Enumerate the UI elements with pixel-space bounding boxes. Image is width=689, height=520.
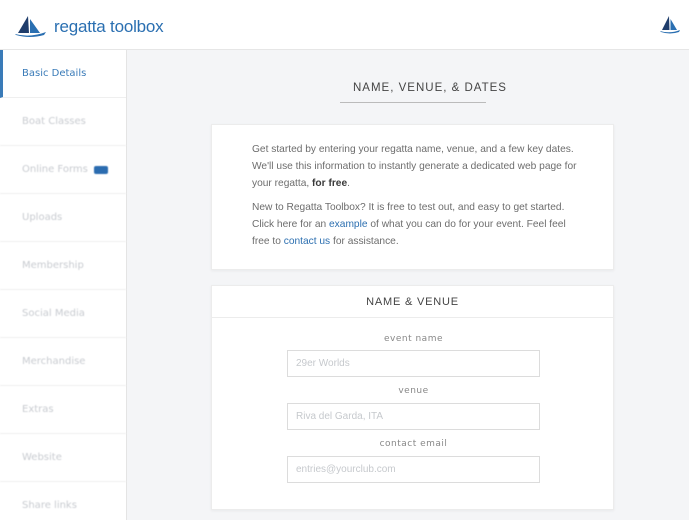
- venue-input[interactable]: [287, 403, 540, 430]
- section-divider: [340, 102, 486, 103]
- sidebar-item-website[interactable]: Website: [0, 434, 126, 482]
- brand-name: regatta toolbox: [54, 17, 164, 36]
- sidebar-item-social-media[interactable]: Social Media: [0, 290, 126, 338]
- sidebar-item-label: Merchandise: [22, 356, 86, 367]
- sidebar-item-share-links[interactable]: Share links: [0, 482, 126, 520]
- name-venue-card: NAME & VENUE event name venue contact em…: [211, 285, 614, 510]
- event-name-label: event name: [383, 334, 444, 344]
- intro-text: Get started by entering your regatta nam…: [252, 144, 577, 189]
- sidebar-item-extras[interactable]: Extras: [0, 386, 126, 434]
- sidebar-item-label: Social Media: [22, 308, 85, 319]
- sidebar-item-label: Share links: [22, 500, 77, 511]
- sidebar-item-online-forms[interactable]: Online Forms: [0, 146, 126, 194]
- sidebar-item-label: Basic Details: [22, 68, 87, 79]
- sidebar-item-membership[interactable]: Membership: [0, 242, 126, 290]
- help-paragraph: New to Regatta Toolbox? It is free to te…: [252, 199, 583, 250]
- sidebar-item-label: Uploads: [22, 212, 63, 223]
- event-name-input[interactable]: [287, 350, 540, 377]
- sidebar-item-uploads[interactable]: Uploads: [0, 194, 126, 242]
- brand-logo[interactable]: regatta toolbox: [14, 13, 164, 41]
- contact-email-input[interactable]: [287, 456, 540, 483]
- sidebar-item-merchandise[interactable]: Merchandise: [0, 338, 126, 386]
- intro-card: Get started by entering your regatta nam…: [211, 124, 614, 270]
- sidebar-item-label: Online Forms: [22, 164, 88, 175]
- top-bar: regatta toolbox: [0, 0, 689, 50]
- contact-email-label: contact email: [379, 439, 448, 449]
- contact-us-link[interactable]: contact us: [284, 236, 330, 247]
- sidebar-item-basic-details[interactable]: Basic Details: [0, 50, 126, 98]
- form-title: NAME & VENUE: [212, 286, 613, 318]
- venue-label: venue: [398, 386, 429, 396]
- sidebar-item-label: Extras: [22, 404, 54, 415]
- sailboat-icon[interactable]: [659, 14, 681, 38]
- section-title: NAME, VENUE, & DATES: [353, 82, 507, 94]
- sidebar-item-boat-classes[interactable]: Boat Classes: [0, 98, 126, 146]
- example-link[interactable]: example: [329, 219, 368, 230]
- sidebar-item-label: Membership: [22, 260, 84, 271]
- sailboat-icon: [14, 13, 48, 41]
- intro-paragraph: Get started by entering your regatta nam…: [252, 141, 583, 192]
- sidebar: Basic Details Boat Classes Online Forms …: [0, 50, 127, 520]
- intro-text-end: .: [347, 178, 350, 189]
- free-emphasis: for free: [312, 178, 348, 189]
- sidebar-item-label: Website: [22, 452, 62, 463]
- new-badge: [93, 165, 108, 174]
- help-text: for assistance.: [330, 236, 399, 247]
- sidebar-item-label: Boat Classes: [22, 116, 86, 127]
